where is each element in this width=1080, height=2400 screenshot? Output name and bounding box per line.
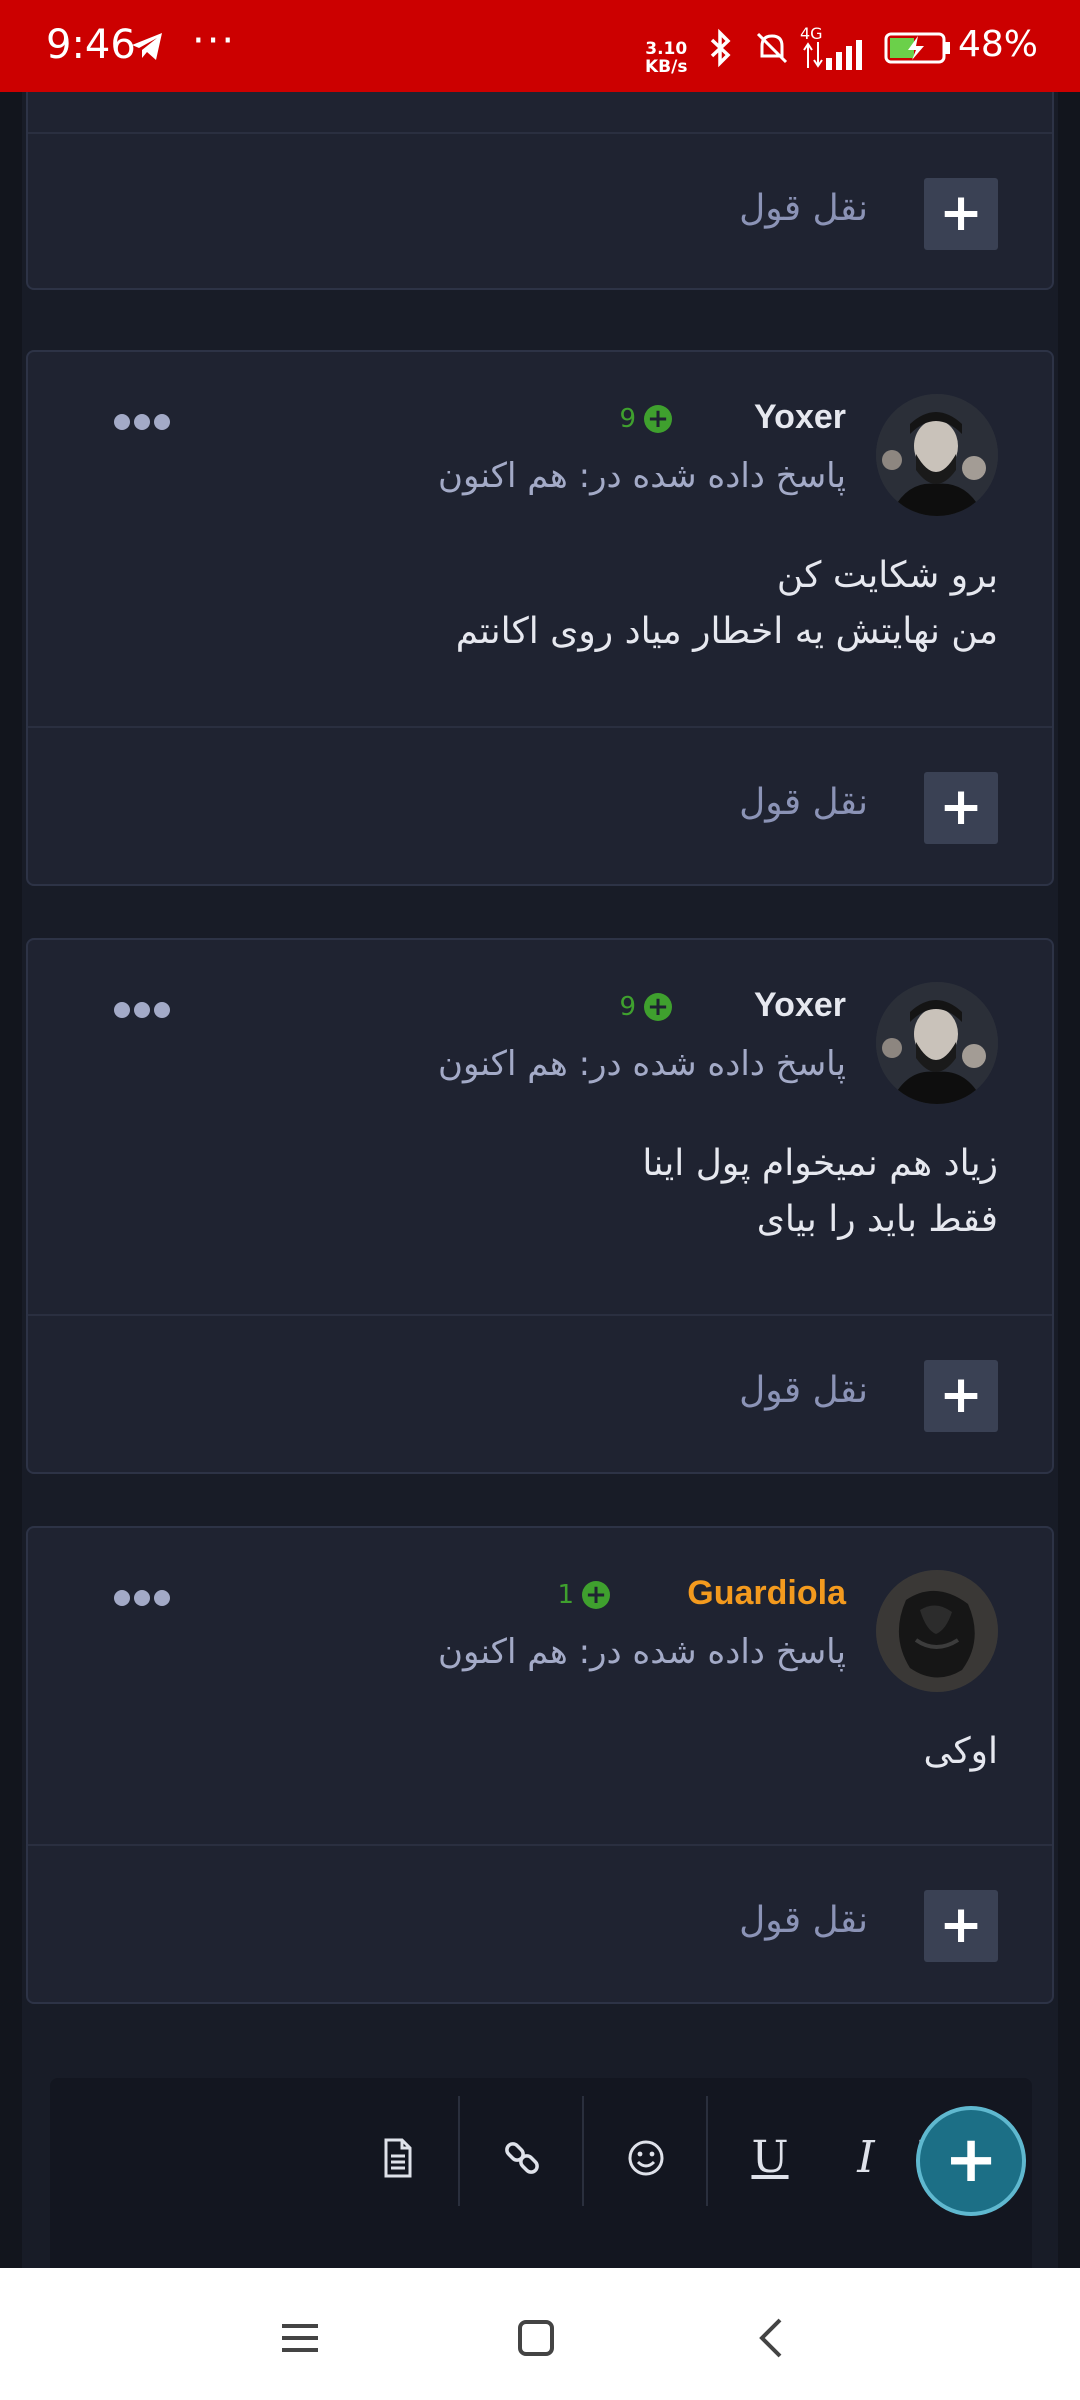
content-line: فقط باید را بیای: [756, 1199, 998, 1240]
reputation-badge: 9 +: [619, 992, 672, 1022]
plus-circle-icon: +: [644, 405, 672, 433]
multiquote-button[interactable]: +: [924, 772, 998, 844]
post-footer: + نقل قول: [28, 134, 1052, 294]
reply-editor[interactable]: B I U: [50, 2078, 1032, 2278]
post-content: برو شکایت کن من نهایتش یه اخطار میاد روی…: [456, 548, 998, 660]
link-icon[interactable]: [492, 2128, 552, 2188]
reputation-count: 1: [557, 1580, 574, 1610]
post-content: زیاد هم نمیخوام پول اینا فقط باید را بیا…: [642, 1136, 998, 1248]
toolbar-separator: [582, 2096, 584, 2206]
speed-value: 3.10: [645, 39, 688, 59]
bell-muted-icon: [756, 32, 788, 64]
more-options-icon[interactable]: [114, 1590, 170, 1606]
content-line: من نهایتش یه اخطار میاد روی اکانتم: [455, 611, 998, 652]
plus-circle-icon: +: [644, 993, 672, 1021]
status-bar: 9:46 ··· 3.10 KB/s 4G 48%: [0, 0, 1080, 92]
avatar[interactable]: [876, 394, 998, 516]
reputation-count: 9: [619, 992, 636, 1022]
multiquote-button[interactable]: +: [924, 1890, 998, 1962]
post-card: Yoxer 9 + پاسخ داده شده در: هم اکنون زیا…: [26, 938, 1054, 1474]
reputation-count: 9: [619, 404, 636, 434]
quote-link[interactable]: نقل قول: [739, 1900, 868, 1941]
quote-link[interactable]: نقل قول: [739, 188, 868, 229]
italic-button[interactable]: I: [836, 2128, 896, 2188]
toolbar-separator: [458, 2096, 460, 2206]
post-card: Guardiola 1 + پاسخ داده شده در: هم اکنون…: [26, 1526, 1054, 2004]
battery-percent: 48%: [958, 24, 1039, 65]
right-gutter: [1058, 92, 1080, 2268]
emoji-icon[interactable]: [616, 2128, 676, 2188]
content-line: زیاد هم نمیخوام پول اینا: [642, 1143, 998, 1184]
reputation-badge: 1 +: [557, 1580, 610, 1610]
document-icon[interactable]: [368, 2128, 428, 2188]
multiquote-button[interactable]: +: [924, 1360, 998, 1432]
speed-unit: KB/s: [645, 57, 688, 77]
floating-action-button[interactable]: +: [916, 2106, 1026, 2216]
content-line: برو شکایت کن: [776, 555, 998, 596]
posted-time: پاسخ داده شده در: هم اکنون: [438, 456, 846, 496]
home-icon[interactable]: [506, 2308, 566, 2368]
content-line: اوکی: [923, 1731, 998, 1772]
username-link[interactable]: Yoxer: [754, 986, 846, 1025]
bluetooth-icon: [710, 28, 731, 68]
network-speed: 3.10 KB/s: [645, 40, 687, 76]
more-notifications-icon: ···: [192, 18, 237, 64]
post-card: Yoxer 9 + پاسخ داده شده در: هم اکنون برو…: [26, 350, 1054, 886]
avatar[interactable]: [876, 1570, 998, 1692]
back-icon[interactable]: [742, 2308, 802, 2368]
post-footer: + نقل قول: [28, 1846, 1052, 2006]
quote-link[interactable]: نقل قول: [739, 1370, 868, 1411]
username-link[interactable]: Guardiola: [687, 1574, 846, 1613]
multiquote-button[interactable]: +: [924, 178, 998, 250]
posted-time: پاسخ داده شده در: هم اکنون: [438, 1044, 846, 1084]
post-footer: + نقل قول: [28, 1316, 1052, 1476]
more-options-icon[interactable]: [114, 1002, 170, 1018]
username-link[interactable]: Yoxer: [754, 398, 846, 437]
underline-button[interactable]: U: [740, 2128, 800, 2188]
toolbar-separator: [706, 2096, 708, 2206]
battery-icon: [884, 32, 950, 64]
post-content: اوکی: [923, 1724, 998, 1780]
quote-link[interactable]: نقل قول: [739, 782, 868, 823]
menu-icon[interactable]: [270, 2308, 330, 2368]
signal-icon: 4G: [800, 24, 872, 72]
more-options-icon[interactable]: [114, 414, 170, 430]
reputation-badge: 9 +: [619, 404, 672, 434]
posted-time: پاسخ داده شده در: هم اکنون: [438, 1632, 846, 1672]
left-gutter: [0, 92, 22, 2268]
telegram-icon: [132, 33, 162, 60]
status-time: 9:46: [46, 22, 136, 68]
plus-circle-icon: +: [582, 1581, 610, 1609]
system-nav-bar: [0, 2268, 1080, 2400]
avatar[interactable]: [876, 982, 998, 1104]
post-footer: + نقل قول: [28, 728, 1052, 888]
thread-page: + نقل قول Yoxer 9 + پاسخ داده شده در: هم…: [0, 92, 1080, 2268]
post-card: + نقل قول: [26, 92, 1054, 290]
